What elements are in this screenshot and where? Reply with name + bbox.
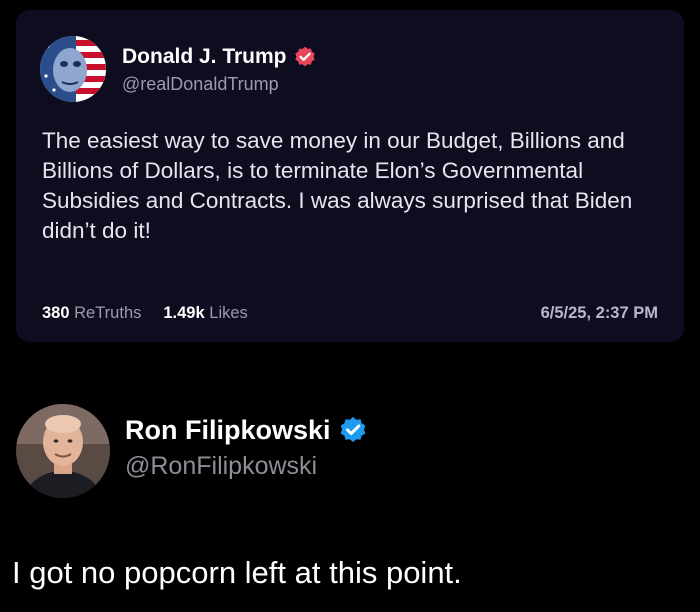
truth-stats: 380 ReTruths 1.49k Likes (42, 304, 270, 323)
post-author-handle[interactable]: @RonFilipkowski (125, 452, 317, 481)
truth-body-text: The easiest way to save money in our Bud… (42, 128, 633, 243)
post-body-text: I got no popcorn left at this point. (12, 555, 462, 590)
retruths-count: 380 (42, 304, 70, 322)
post-author-name[interactable]: Ron Filipkowski (125, 415, 331, 446)
likes-count: 1.49k (163, 304, 205, 322)
post-author-name-row[interactable]: Ron Filipkowski (125, 412, 367, 448)
retruths-label: ReTruths (74, 304, 142, 322)
likes-stat[interactable]: 1.49k Likes (163, 304, 247, 323)
post-author-avatar[interactable] (16, 404, 110, 498)
truth-author-avatar[interactable] (40, 36, 106, 102)
retruths-stat[interactable]: 380 ReTruths (42, 304, 141, 323)
verified-badge-icon (294, 46, 316, 68)
truth-author-handle[interactable]: @realDonaldTrump (122, 74, 279, 95)
truth-timestamp[interactable]: 6/5/25, 2:37 PM (541, 304, 658, 323)
quoted-truth-card[interactable]: Donald J. Trump @realDonaldTrump The eas… (16, 10, 684, 342)
likes-label: Likes (209, 304, 248, 322)
truth-author-name[interactable]: Donald J. Trump (122, 45, 287, 69)
truth-author-name-row[interactable]: Donald J. Trump (122, 42, 316, 72)
verified-badge-icon (339, 416, 367, 444)
